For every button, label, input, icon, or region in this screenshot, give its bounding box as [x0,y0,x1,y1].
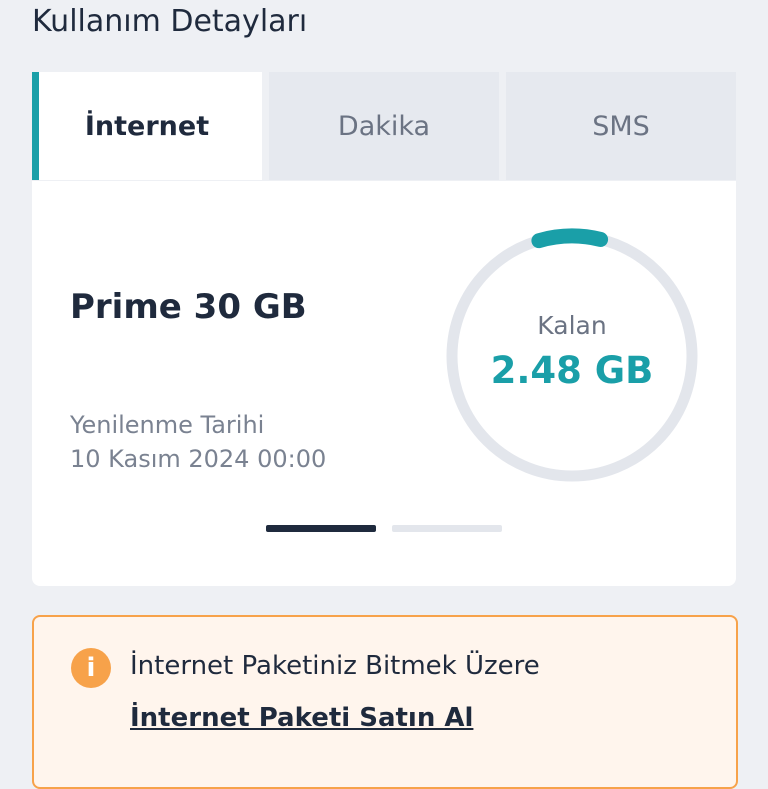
usage-tabs: İnternet Dakika SMS [32,72,736,180]
buy-internet-package-link[interactable]: İnternet Paketi Satın Al [130,703,473,733]
info-icon: i [71,648,111,688]
page-title: Kullanım Detayları [32,4,308,39]
tab-sms[interactable]: SMS [506,72,736,180]
pager-indicator-2[interactable] [392,525,502,532]
pager-indicator-1[interactable] [266,525,376,532]
alert-message: İnternet Paketiniz Bitmek Üzere [130,651,540,681]
tab-internet[interactable]: İnternet [32,72,262,180]
plan-name: Prime 30 GB [70,287,307,327]
remaining-label: Kalan [537,311,607,340]
ring-progress-arc [531,228,609,249]
renewal-label: Yenilenme Tarihi [70,411,265,439]
tab-dakika[interactable]: Dakika [269,72,499,180]
renewal-date: 10 Kasım 2024 00:00 [70,445,327,473]
remaining-value: 2.48 GB [490,349,654,392]
low-balance-alert: i İnternet Paketiniz Bitmek Üzere İntern… [32,615,738,789]
usage-card: Prime 30 GB Yenilenme Tarihi 10 Kasım 20… [32,181,736,586]
